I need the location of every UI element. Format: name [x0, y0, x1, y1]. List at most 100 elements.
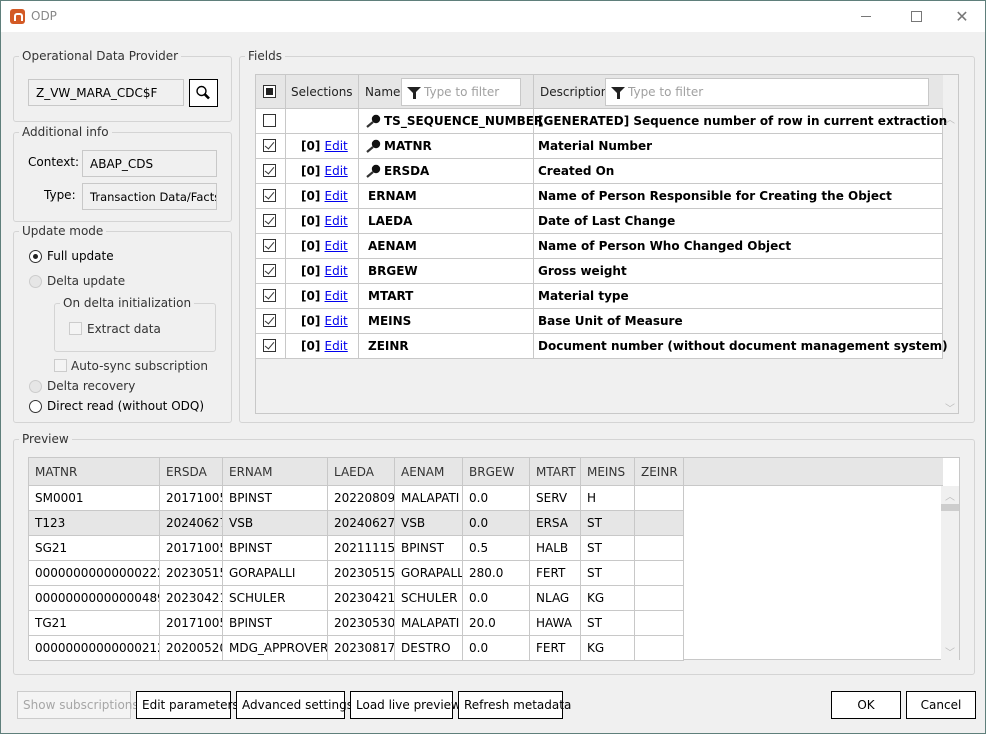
preview-cell: 000000000000002221 [29, 561, 160, 586]
description-filter[interactable] [605, 78, 929, 106]
fields-scrollbar[interactable]: ︿ ﹀ [942, 109, 958, 415]
select-all-checkbox[interactable] [263, 85, 276, 98]
field-description-cell: Name of Person Responsible for Creating … [534, 184, 943, 208]
field-selections-cell: [0] Edit [286, 209, 359, 233]
show-subscriptions-button[interactable]: Show subscriptions [17, 691, 139, 719]
preview-column-header[interactable]: AENAM [395, 458, 463, 486]
advanced-settings-button[interactable]: Advanced settings [236, 691, 353, 719]
edit-selections-link[interactable]: Edit [325, 164, 348, 178]
odp-search-button[interactable] [189, 79, 218, 107]
preview-column-header[interactable]: ERSDA [160, 458, 223, 486]
field-name-cell: MTART [359, 284, 534, 308]
edit-selections-link[interactable]: Edit [325, 289, 348, 303]
preview-cell: T123 [29, 511, 160, 536]
auto-sync-checkbox[interactable] [54, 359, 67, 372]
field-checkbox[interactable] [263, 239, 276, 252]
preview-scroll-thumb[interactable] [941, 504, 959, 511]
field-row[interactable]: [0] Edit MEINS Base Unit of Measure [256, 309, 943, 334]
preview-column-header[interactable]: ERNAM [223, 458, 328, 486]
field-checkbox[interactable] [263, 314, 276, 327]
field-select-cell [256, 109, 286, 133]
preview-cell: KG [581, 636, 635, 661]
maximize-button[interactable] [893, 1, 939, 32]
ok-button[interactable]: OK [831, 691, 901, 719]
preview-column-header[interactable]: LAEDA [328, 458, 395, 486]
preview-cell: ST [581, 536, 635, 561]
field-row[interactable]: [0] Edit ZEINR Document number (without do… [256, 334, 948, 359]
edit-selections-link[interactable]: Edit [325, 239, 348, 253]
preview-column-header[interactable]: MEINS [581, 458, 635, 486]
close-button[interactable]: ✕ [939, 1, 985, 32]
preview-cell: 20220809 [328, 486, 395, 511]
edit-selections-link[interactable]: Edit [325, 339, 348, 353]
preview-cell: GORAPALLI [395, 561, 463, 586]
description-filter-input[interactable] [626, 83, 924, 101]
preview-column-header[interactable]: MTART [530, 458, 581, 486]
edit-selections-link[interactable]: Edit [325, 189, 348, 203]
minimize-button[interactable] [843, 1, 889, 32]
name-filter-input[interactable] [422, 83, 516, 101]
field-row[interactable]: [0] Edit LAEDA Date of Last Change [256, 209, 943, 234]
scroll-up-icon[interactable]: ︿ [942, 488, 958, 503]
field-row[interactable]: [0] Edit ERSDA Created On [256, 159, 943, 184]
field-checkbox[interactable] [263, 139, 276, 152]
preview-column-header[interactable]: MATNR [29, 458, 160, 486]
field-row[interactable]: [0] Edit BRGEW Gross weight [256, 259, 943, 284]
preview-column-header[interactable]: BRGEW [463, 458, 530, 486]
refresh-metadata-button[interactable]: Refresh metadata [458, 691, 571, 719]
name-filter[interactable] [401, 78, 521, 106]
extract-data-checkbox[interactable] [69, 322, 82, 335]
load-live-preview-button[interactable]: Load live preview [350, 691, 461, 719]
preview-cell: 20230515 [160, 561, 223, 586]
delta-update-radio[interactable] [29, 275, 42, 288]
field-selections-cell: [0] Edit [286, 234, 359, 258]
field-checkbox[interactable] [263, 264, 276, 277]
edit-selections-link[interactable]: Edit [325, 314, 348, 328]
field-row[interactable]: [0] Edit AENAM Name of Person Who Changed … [256, 234, 943, 259]
field-name: ERNAM [368, 189, 417, 203]
direct-read-radio[interactable] [29, 400, 42, 413]
preview-cell: 0.0 [463, 586, 530, 611]
selection-count: [0] [301, 339, 321, 353]
field-checkbox[interactable] [263, 114, 276, 127]
title-bar: ODP ✕ [1, 1, 985, 32]
odp-name-field[interactable]: Z_VW_MARA_CDC$F [28, 79, 184, 106]
field-selections-cell: [0] Edit [286, 159, 359, 183]
fields-grid-header: Selections Name Description [256, 75, 943, 109]
field-checkbox[interactable] [263, 214, 276, 227]
edit-parameters-button[interactable]: Edit parameters [136, 691, 239, 719]
header-selections: Selections [286, 75, 359, 109]
edit-selections-link[interactable]: Edit [325, 214, 348, 228]
field-row[interactable]: [0] Edit MATNR Material Number [256, 134, 943, 159]
field-selections-cell: [0] Edit [286, 184, 359, 208]
field-checkbox[interactable] [263, 339, 276, 352]
preview-cell [635, 536, 684, 561]
field-description-cell: Date of Last Change [534, 209, 943, 233]
edit-selections-link[interactable]: Edit [325, 264, 348, 278]
preview-cell [635, 486, 684, 511]
field-checkbox[interactable] [263, 164, 276, 177]
field-name-cell: ZEINR [359, 334, 534, 358]
edit-selections-link[interactable]: Edit [325, 139, 348, 153]
preview-cell: 000000000000002121 [29, 636, 160, 661]
field-row[interactable]: TS_SEQUENCE_NUMBER [GENERATED] Sequence n… [256, 109, 947, 134]
scroll-down-icon[interactable]: ﹀ [942, 644, 958, 659]
preview-cell: 20230817 [328, 636, 395, 661]
preview-scrollbar[interactable]: ︿ ﹀ [941, 486, 959, 660]
scroll-down-icon[interactable]: ﹀ [942, 400, 958, 415]
field-row[interactable]: [0] Edit ERNAM Name of Person Responsible … [256, 184, 943, 209]
close-icon: ✕ [955, 7, 969, 26]
cancel-button[interactable]: Cancel [906, 691, 976, 719]
field-row[interactable]: [0] Edit MTART Material type [256, 284, 943, 309]
type-field: Transaction Data/Facts [82, 183, 217, 210]
full-update-radio[interactable] [29, 250, 42, 263]
preview-column-header[interactable]: ZEINR [635, 458, 684, 486]
delta-recovery-radio[interactable] [29, 380, 42, 393]
preview-cell: ST [581, 511, 635, 536]
field-description: [GENERATED] Sequence number of row in cu… [538, 114, 948, 128]
scroll-up-icon[interactable]: ︿ [942, 111, 958, 126]
field-checkbox[interactable] [263, 289, 276, 302]
field-checkbox[interactable] [263, 189, 276, 202]
preview-cell: 0.0 [463, 486, 530, 511]
preview-cell: NLAG [530, 586, 581, 611]
